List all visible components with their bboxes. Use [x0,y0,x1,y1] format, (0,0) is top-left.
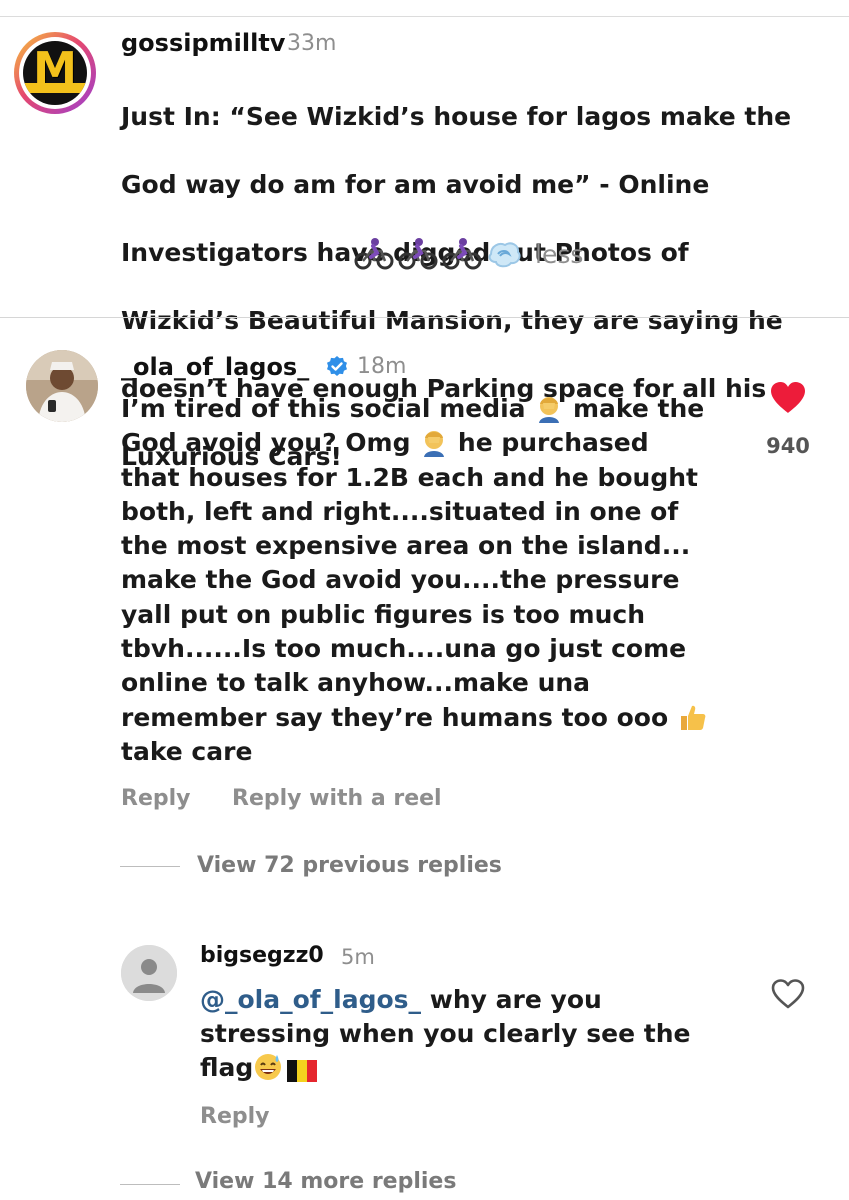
facepalm-icon [419,427,449,458]
logo-band [23,83,87,93]
ola-of-lagos-avatar[interactable] [26,350,98,422]
caption-emoji-row: less [353,236,583,272]
comment-line: both, left and right....situated in one … [121,496,679,526]
section-divider [0,317,849,318]
bigsegzz0-avatar[interactable] [121,945,177,1001]
comment-segment: I’m tired of this social media [121,394,535,423]
reply-line: @_ola_of_lagos_ why are you [200,983,740,1017]
bicyclist-icon [353,237,395,271]
thumbs-up-icon [677,702,707,732]
comment-timestamp: 18m [357,354,407,379]
view-previous-replies-link[interactable]: View 72 previous replies [197,852,502,880]
comment-username[interactable]: _ola_of_lagos_ [121,352,309,382]
profile-photo [26,350,98,422]
reply-timestamp: 5m [341,945,375,969]
like-heart-outline-icon[interactable] [770,978,806,1010]
less-link[interactable]: less [535,240,583,269]
caption-line: Just In: “See Wizkid’s house for lagos m… [121,102,792,131]
comment-segment: make the [564,394,705,423]
reply-button[interactable]: Reply [121,785,191,813]
comment-line: remember say they’re humans too ooo [121,701,741,735]
view-more-rule [120,1184,180,1185]
caption-line: Wizkid’s Beautiful Mansion, they are say… [121,306,783,335]
avatar-ring-gap: M [19,37,91,109]
comment-line: make the God avoid you....the pressure [121,565,680,595]
comment-line: online to talk anyhow...make una [121,668,591,698]
comment-segment: remember say they’re humans too ooo [121,702,677,732]
comment-line: tbvh......Is too much....una go just com… [121,634,687,664]
dash-icon [485,237,523,271]
reply-username[interactable]: bigsegzz0 [200,942,324,970]
comment-line: the most expensive area on the island... [121,531,691,561]
reply-line: flag [200,1051,740,1085]
reply-to-reply-button[interactable]: Reply [200,1103,270,1131]
reply-line: stressing when you clearly see the [200,1019,691,1048]
facepalm-icon [534,393,564,423]
view-more-replies-link[interactable]: View 14 more replies [195,1168,456,1196]
caption-line: God way do am for am avoid me” - Online [121,170,710,199]
caption-timestamp: 33m [287,31,337,56]
view-replies-rule [120,866,180,867]
reply-segment: flag [200,1053,254,1082]
belgium-flag-icon [287,1060,318,1082]
verified-badge-icon [325,355,349,379]
caption-username[interactable]: gossipmilltv [121,28,285,58]
grinning-sweat-icon [253,1052,283,1082]
like-heart-filled-icon[interactable] [769,381,807,415]
comment-line: that houses for 1.2B each and he bought [121,462,698,492]
comment-segment: he purchased [449,428,649,458]
bicyclist-icon [397,237,439,271]
comment-line: take care [121,736,253,766]
default-avatar-icon [121,945,177,1001]
bicyclist-icon [441,237,483,271]
gossipmill-logo: M [23,41,87,105]
comment-line: yall put on public figures is too much [121,599,645,629]
top-divider [0,16,849,17]
comment-line: God avoid you? Omg he purchased [121,426,741,460]
comment-text: I’m tired of this social media make the … [121,392,741,769]
reply-text: @_ola_of_lagos_ why are you stressing wh… [200,983,740,1085]
comment-line: I’m tired of this social media make the [121,392,741,426]
reply-segment: why are you [421,985,602,1014]
reply-with-reel-button[interactable]: Reply with a reel [232,785,442,813]
mention-link[interactable]: @_ola_of_lagos_ [200,985,421,1014]
gossipmilltv-avatar[interactable]: M [14,32,96,114]
comment-segment: God avoid you? Omg [121,428,420,458]
like-count: 940 [766,434,810,458]
